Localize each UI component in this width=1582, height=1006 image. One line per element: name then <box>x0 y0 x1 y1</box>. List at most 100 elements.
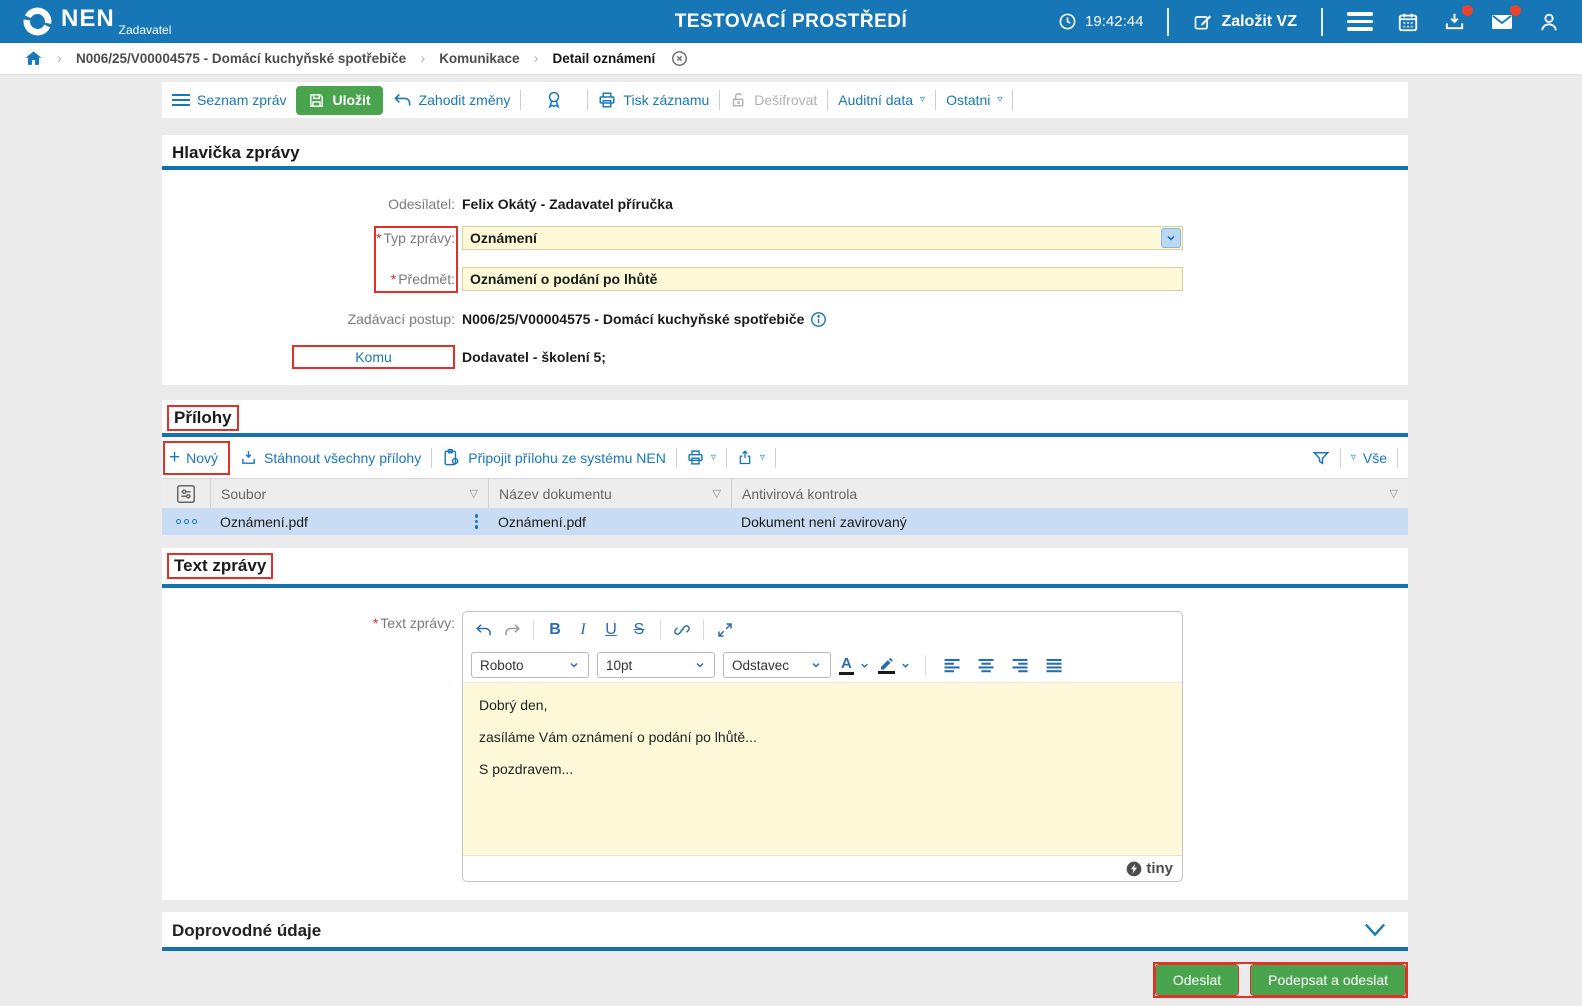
text-color-button[interactable]: A <box>839 655 870 675</box>
edit-square-icon <box>1193 12 1213 32</box>
column-settings-button[interactable] <box>162 479 210 508</box>
toolbar-divider <box>827 90 829 110</box>
certificate-button[interactable] <box>531 90 577 110</box>
nen-logo[interactable]: NEN Zadavatel <box>22 6 171 37</box>
breadcrumb: › N006/25/V00004575 - Domácí kuchyňské s… <box>0 43 1582 75</box>
toolbar-divider <box>719 90 721 110</box>
link-button[interactable] <box>669 617 695 643</box>
toolbar-divider <box>533 620 534 640</box>
stahnout-prilohy-button[interactable]: Stáhnout všechny přílohy <box>240 449 421 466</box>
printer-icon <box>687 449 704 466</box>
font-family-select[interactable]: Roboto <box>471 652 589 678</box>
tisk-zaznamu-button[interactable]: Tisk záznamu <box>598 91 709 109</box>
underline-button[interactable]: U <box>598 617 624 643</box>
chevron-down-icon[interactable] <box>900 660 911 671</box>
close-tab-icon[interactable] <box>671 50 688 67</box>
typ-zpravy-input[interactable] <box>462 226 1183 250</box>
unlock-icon <box>730 91 747 109</box>
breadcrumb-item-procedure[interactable]: N006/25/V00004575 - Domácí kuchyňské spo… <box>76 51 406 66</box>
novy-button[interactable]: + Nový <box>163 440 231 475</box>
align-right-button[interactable] <box>1008 652 1034 678</box>
message-line: Dobrý den, <box>479 697 548 713</box>
attachment-row[interactable]: Oznámení.pdf Oznámení.pdf Dokument není … <box>162 508 1408 535</box>
export-attachments-button[interactable]: ▿ <box>737 449 765 466</box>
odesilatel-label: Odesílatel: <box>388 196 455 212</box>
komu-value: Dodavatel - školení 5; <box>462 349 606 365</box>
filter-vse-menu[interactable]: ▿ Vše <box>1351 450 1387 466</box>
tiny-logo-icon[interactable] <box>1126 861 1142 877</box>
clock-icon <box>1058 12 1077 31</box>
chevron-down-icon[interactable] <box>859 660 870 671</box>
nen-ring-icon <box>22 6 53 37</box>
undo-icon[interactable] <box>471 617 497 643</box>
row-actions-icon[interactable] <box>175 519 197 524</box>
typ-zpravy-dropdown-button[interactable] <box>1161 228 1181 248</box>
seznam-zprav-button[interactable]: Seznam zpráv <box>172 92 286 108</box>
print-attachments-button[interactable]: ▿ <box>687 449 716 466</box>
column-filter-icon[interactable]: ▽ <box>1390 487 1398 500</box>
menu-icon[interactable] <box>1347 12 1373 31</box>
certificate-ribbon-icon <box>545 90 563 110</box>
redo-icon[interactable] <box>499 617 525 643</box>
column-filter-icon[interactable]: ▽ <box>470 487 478 500</box>
highlight-color-button[interactable] <box>877 656 911 674</box>
odesilatel-value: Felix Okátý - Zadavatel příručka <box>462 196 673 212</box>
export-icon <box>737 449 753 466</box>
align-center-button[interactable] <box>974 652 1000 678</box>
desifrovat-button[interactable]: Dešifrovat <box>730 91 817 109</box>
section-doprovodne-udaje[interactable]: Doprovodné údaje <box>162 912 1408 951</box>
attachments-table-header: Soubor ▽ Název dokumentu ▽ Antivirová ko… <box>162 478 1408 508</box>
toolbar-divider <box>660 620 661 640</box>
breadcrumb-separator: › <box>533 50 539 67</box>
toolbar-divider <box>587 90 589 110</box>
breadcrumb-item-komunikace[interactable]: Komunikace <box>439 51 519 66</box>
user-icon[interactable] <box>1538 11 1560 33</box>
mail-icon[interactable] <box>1490 4 1521 34</box>
fullscreen-button[interactable] <box>712 617 738 643</box>
toolbar-divider <box>774 447 776 468</box>
odeslat-button[interactable]: Odeslat <box>1154 964 1240 996</box>
column-header-nazev[interactable]: Název dokumentu ▽ <box>488 479 731 508</box>
bold-button[interactable]: B <box>542 617 568 643</box>
font-size-select[interactable]: 10pt <box>597 652 715 678</box>
block-format-select[interactable]: Odstavec <box>723 652 831 678</box>
session-clock: 19:42:44 <box>1058 12 1143 31</box>
page-actions: Odeslat Podepsat a odeslat <box>162 962 1408 998</box>
komu-button[interactable]: Komu <box>292 345 455 369</box>
ulozit-button[interactable]: Uložit <box>296 85 383 115</box>
column-filter-icon[interactable]: ▽ <box>713 487 721 500</box>
download-notification-dot <box>1462 5 1473 16</box>
strikethrough-button[interactable]: S <box>626 617 652 643</box>
tiny-brand-text[interactable]: tiny <box>1146 860 1173 877</box>
predmet-label: * Předmět: <box>390 271 455 287</box>
filter-icon[interactable] <box>1312 449 1330 467</box>
create-vz-button[interactable]: Založit VZ <box>1193 12 1297 32</box>
column-header-soubor[interactable]: Soubor ▽ <box>210 479 488 508</box>
downloads-icon[interactable] <box>1443 5 1473 33</box>
editor-toolbar-row2: Roboto 10pt Odstavec A <box>463 648 1182 682</box>
message-toolbar: Seznam zpráv Uložit Zahodit změny Tisk z… <box>162 82 1408 118</box>
calendar-icon[interactable] <box>1397 11 1419 33</box>
auditni-data-menu[interactable]: Auditní data ▿ <box>838 92 925 108</box>
predmet-input[interactable] <box>462 267 1183 291</box>
section-title: Doprovodné údaje <box>172 921 322 940</box>
attachment-file-name: Oznámení.pdf <box>220 513 308 530</box>
info-icon[interactable] <box>810 311 827 328</box>
italic-button[interactable]: I <box>570 617 596 643</box>
column-header-antivir[interactable]: Antivirová kontrola ▽ <box>731 479 1408 508</box>
clipboard-gear-icon <box>442 448 461 467</box>
message-body-editor[interactable]: Dobrý den, zasíláme Vám oznámení o podán… <box>463 682 1182 855</box>
home-icon[interactable] <box>24 49 43 68</box>
message-line: S pozdravem... <box>479 760 574 777</box>
drag-handle-icon[interactable] <box>474 514 478 529</box>
podepsat-odeslat-button[interactable]: Podepsat a odeslat <box>1250 964 1406 996</box>
zahodit-zmeny-button[interactable]: Zahodit změny <box>393 92 510 108</box>
attachments-toolbar: + Nový Stáhnout všechny přílohy Připojit… <box>162 437 1408 478</box>
save-icon <box>308 92 325 109</box>
pripojit-prilohu-button[interactable]: Připojit přílohu ze systému NEN <box>442 448 666 467</box>
attachment-antivirus-status: Dokument není zavirovaný <box>741 513 907 530</box>
justify-button[interactable] <box>1042 652 1068 678</box>
expand-chevron-icon[interactable] <box>1364 922 1386 938</box>
align-left-button[interactable] <box>940 652 966 678</box>
ostatni-menu[interactable]: Ostatni ▿ <box>946 92 1002 108</box>
